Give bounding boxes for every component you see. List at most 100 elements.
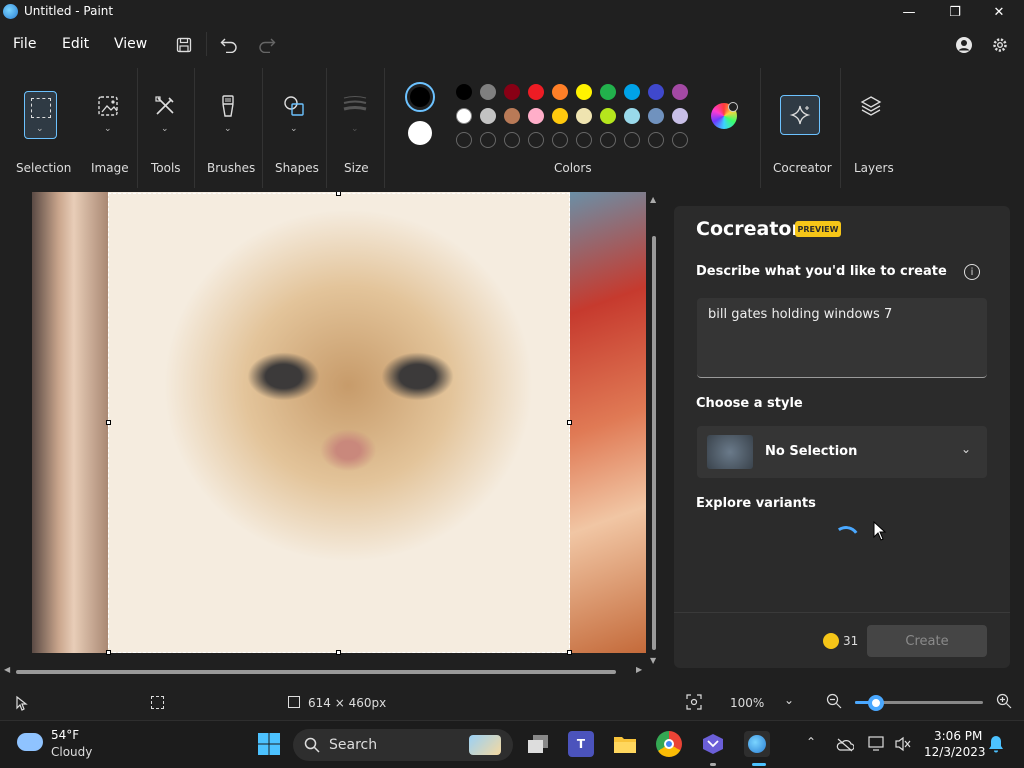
- paint-taskbar-icon[interactable]: [744, 731, 770, 757]
- teams-icon[interactable]: T: [568, 731, 594, 757]
- redo-icon[interactable]: [256, 34, 278, 56]
- color-swatch[interactable]: [624, 84, 640, 100]
- scroll-right-icon[interactable]: ▶: [636, 665, 642, 674]
- empty-color-swatch[interactable]: [648, 132, 664, 148]
- horizontal-scrollbar[interactable]: ◀ ▶: [0, 665, 650, 676]
- menu-view[interactable]: View: [114, 36, 147, 52]
- color-swatch[interactable]: [552, 108, 568, 124]
- empty-color-swatch[interactable]: [624, 132, 640, 148]
- horizontal-scroll-thumb[interactable]: [16, 670, 616, 674]
- ribbon-divider: [760, 68, 761, 188]
- edit-colors-icon[interactable]: [711, 102, 738, 129]
- empty-color-swatch[interactable]: [480, 132, 496, 148]
- empty-color-swatch[interactable]: [504, 132, 520, 148]
- visual-studio-icon[interactable]: [700, 731, 726, 757]
- image-group[interactable]: ⌄ Image: [84, 64, 134, 192]
- color-swatch[interactable]: [528, 84, 544, 100]
- chrome-icon[interactable]: [656, 731, 682, 757]
- style-label: Choose a style: [696, 396, 803, 411]
- cloud-icon: [17, 733, 43, 751]
- undo-icon[interactable]: [218, 34, 240, 56]
- close-button[interactable]: ✕: [976, 0, 1022, 24]
- selection-handle[interactable]: [567, 420, 572, 425]
- color-swatch[interactable]: [480, 108, 496, 124]
- empty-color-swatch[interactable]: [576, 132, 592, 148]
- chevron-down-icon: ⌄: [290, 124, 298, 134]
- scroll-up-icon[interactable]: ▲: [650, 195, 656, 204]
- fit-to-window-icon[interactable]: [686, 694, 702, 714]
- maximize-button[interactable]: ❐: [932, 0, 978, 24]
- colors-label: Colors: [554, 161, 592, 175]
- selection-rectangle[interactable]: [108, 193, 570, 653]
- tools-group[interactable]: ⌄ Tools: [140, 64, 192, 192]
- color-swatch[interactable]: [480, 84, 496, 100]
- volume-muted-icon[interactable]: [894, 736, 912, 756]
- empty-color-swatch[interactable]: [456, 132, 472, 148]
- layers-group[interactable]: Layers: [846, 64, 902, 192]
- selection-tool-button[interactable]: ⌄: [24, 91, 57, 139]
- style-dropdown[interactable]: No Selection ⌄: [697, 426, 987, 478]
- color-swatch[interactable]: [456, 84, 472, 100]
- selection-handle[interactable]: [336, 650, 341, 655]
- settings-gear-icon[interactable]: [989, 34, 1011, 56]
- selection-group[interactable]: ⌄ Selection: [0, 64, 80, 192]
- color-swatch[interactable]: [600, 108, 616, 124]
- color-swatch[interactable]: [672, 84, 688, 100]
- empty-color-swatch[interactable]: [552, 132, 568, 148]
- menu-file[interactable]: File: [13, 36, 36, 52]
- active-indicator: [752, 763, 766, 766]
- selection-handle[interactable]: [336, 192, 341, 196]
- size-label: Size: [344, 161, 369, 175]
- color-swatch[interactable]: [576, 108, 592, 124]
- account-icon[interactable]: [953, 34, 975, 56]
- zoom-dropdown[interactable]: 100% ⌄: [718, 690, 808, 716]
- canvas-size-icon: [288, 696, 300, 708]
- color-swatch[interactable]: [624, 108, 640, 124]
- vertical-scroll-thumb[interactable]: [652, 236, 656, 650]
- selection-handle[interactable]: [106, 650, 111, 655]
- save-icon[interactable]: [173, 34, 195, 56]
- create-button[interactable]: Create: [867, 625, 987, 657]
- clock-date[interactable]: 12/3/2023: [924, 745, 986, 759]
- color-swatch[interactable]: [456, 108, 472, 124]
- selection-handle[interactable]: [106, 420, 111, 425]
- brushes-group[interactable]: ⌄ Brushes: [200, 64, 258, 192]
- zoom-out-icon[interactable]: [826, 693, 842, 713]
- minimize-button[interactable]: —: [886, 0, 932, 24]
- color-swatch[interactable]: [672, 108, 688, 124]
- scroll-left-icon[interactable]: ◀: [4, 665, 10, 674]
- style-thumbnail: [707, 435, 753, 469]
- empty-color-swatch[interactable]: [600, 132, 616, 148]
- color-swatch[interactable]: [552, 84, 568, 100]
- color-swatch[interactable]: [648, 84, 664, 100]
- color-swatch[interactable]: [528, 108, 544, 124]
- color-swatch[interactable]: [600, 84, 616, 100]
- color-swatch[interactable]: [504, 108, 520, 124]
- empty-color-swatch[interactable]: [672, 132, 688, 148]
- selection-handle[interactable]: [567, 650, 572, 655]
- shapes-group[interactable]: ⌄ Shapes: [266, 64, 322, 192]
- paint-app-icon: [3, 4, 18, 19]
- cocreator-group[interactable]: Cocreator: [766, 64, 836, 192]
- color-swatch[interactable]: [648, 108, 664, 124]
- task-view-icon[interactable]: [525, 731, 551, 757]
- taskbar-search[interactable]: Search: [293, 729, 513, 761]
- cocreator-button[interactable]: [780, 95, 820, 135]
- network-icon[interactable]: [868, 736, 886, 756]
- onedrive-off-icon[interactable]: [836, 737, 855, 756]
- file-explorer-icon[interactable]: [612, 731, 638, 757]
- windows-start-icon[interactable]: [256, 731, 282, 757]
- chevron-up-icon[interactable]: ⌃: [806, 735, 816, 749]
- zoom-slider-thumb[interactable]: [868, 695, 884, 711]
- notification-bell-icon[interactable]: [988, 735, 1004, 757]
- clock-time[interactable]: 3:06 PM: [934, 729, 982, 743]
- zoom-in-icon[interactable]: [996, 693, 1012, 713]
- prompt-input[interactable]: bill gates holding windows 7: [697, 298, 987, 378]
- vertical-scrollbar[interactable]: ▲ ▼: [650, 192, 658, 665]
- menu-edit[interactable]: Edit: [62, 36, 89, 52]
- info-icon[interactable]: i: [964, 264, 980, 280]
- color-swatch[interactable]: [504, 84, 520, 100]
- color-swatch[interactable]: [576, 84, 592, 100]
- scroll-down-icon[interactable]: ▼: [650, 656, 656, 665]
- empty-color-swatch[interactable]: [528, 132, 544, 148]
